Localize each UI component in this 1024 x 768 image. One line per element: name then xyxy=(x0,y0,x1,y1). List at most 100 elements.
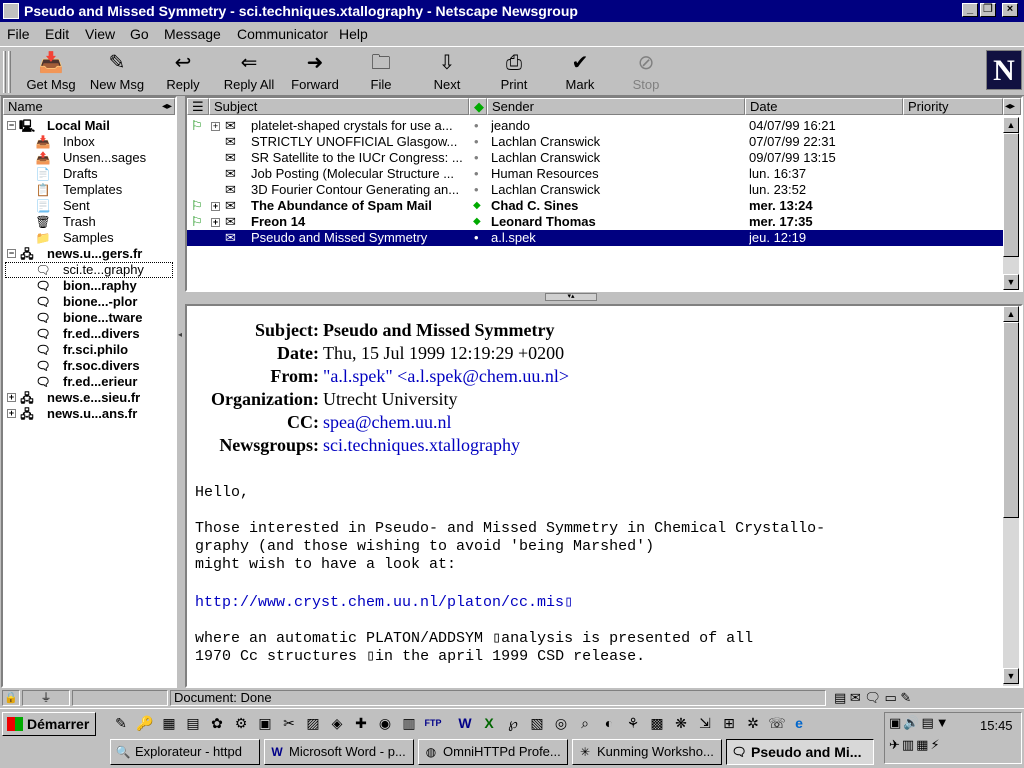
folder-news-server-3[interactable]: + 🖧 news.u...ans.fr xyxy=(3,406,175,422)
print-button[interactable]: ⎙ Print xyxy=(494,49,534,95)
quicklaunch-icon[interactable]: ▧ xyxy=(528,714,546,732)
menu-view[interactable]: View xyxy=(85,26,115,42)
quicklaunch-icon[interactable]: ☏ xyxy=(768,714,786,732)
minimize-button[interactable]: _ xyxy=(962,3,978,17)
menu-edit[interactable]: Edit xyxy=(45,26,69,42)
quicklaunch-icon[interactable]: ◈ xyxy=(328,714,346,732)
quicklaunch-icon[interactable]: ✂ xyxy=(280,714,298,732)
get-msg-button[interactable]: 📥 Get Msg xyxy=(22,49,80,95)
pane-splitter-grip[interactable]: ◂ xyxy=(178,330,183,342)
internet-explorer-icon[interactable]: e xyxy=(790,714,808,732)
folder-unsent[interactable]: 📤 Unsen...sages xyxy=(3,150,175,166)
expand-thread-icon[interactable]: + xyxy=(211,202,220,211)
pane-splitter-handle[interactable]: ▾▴ xyxy=(545,293,597,301)
security-lock-icon[interactable]: 🔒 xyxy=(2,690,20,706)
message-row[interactable]: ✉ SR Satellite to the IUCr Congress: ...… xyxy=(187,150,1003,166)
folder-trash[interactable]: 🗑 Trash xyxy=(3,214,175,230)
quicklaunch-icon[interactable]: ▣ xyxy=(256,714,274,732)
quicklaunch-icon[interactable]: ▤ xyxy=(184,714,202,732)
component-bar-icons[interactable]: ▤ ✉ 🗨 ▭ ✎ xyxy=(834,690,911,706)
toolbar-grip[interactable] xyxy=(3,51,6,93)
message-row[interactable]: ✉ Job Posting (Molecular Structure ... •… xyxy=(187,166,1003,182)
scroll-thumb[interactable] xyxy=(1003,322,1019,518)
task-word[interactable]: W Microsoft Word - p... xyxy=(264,739,414,765)
folder-local-mail[interactable]: − 🖳 Local Mail xyxy=(3,118,175,134)
column-date[interactable]: Date xyxy=(745,98,903,115)
new-msg-button[interactable]: ✎ New Msg xyxy=(86,49,148,95)
scroll-up-arrow-icon[interactable]: ▲ xyxy=(1003,306,1019,322)
message-row-selected[interactable]: ✉ Pseudo and Missed Symmetry • a.l.spek … xyxy=(187,230,1003,246)
quicklaunch-icon[interactable]: ◐ xyxy=(600,714,618,732)
message-list-scrollbar[interactable]: ▲ ▼ xyxy=(1003,117,1019,290)
quicklaunch-icon[interactable]: ✎ xyxy=(112,714,130,732)
quicklaunch-icon[interactable]: ◉ xyxy=(376,714,394,732)
folder-news-server-1[interactable]: − 🖧 news.u...gers.fr xyxy=(3,246,175,262)
tray-icons-row-2[interactable]: ✈▥▦⚡ xyxy=(889,737,942,753)
unread-diamond-icon[interactable]: ◆ xyxy=(473,198,481,214)
message-row[interactable]: ⚐ + ✉ Freon 14 ◆ Leonard Thomas mer. 17:… xyxy=(187,214,1003,230)
expand-icon[interactable]: + xyxy=(7,409,16,418)
newsgroup-bione-plor[interactable]: 🗨 bione...-plor xyxy=(3,294,175,310)
quicklaunch-icon[interactable]: ✲ xyxy=(744,714,762,732)
folder-sent[interactable]: 📃 Sent xyxy=(3,198,175,214)
body-url-link[interactable]: http://www.cryst.chem.uu.nl/platon/cc.mi… xyxy=(195,592,573,611)
scroll-up-arrow-icon[interactable]: ▲ xyxy=(1003,117,1019,133)
start-button[interactable]: Démarrer xyxy=(2,712,96,736)
word-icon[interactable]: W xyxy=(456,714,474,732)
quicklaunch-icon[interactable]: ⚘ xyxy=(624,714,642,732)
scroll-thumb[interactable] xyxy=(1003,133,1019,257)
app-icon[interactable] xyxy=(3,3,19,19)
column-scroll-arrows[interactable]: ◂▸ xyxy=(1003,98,1021,115)
expand-thread-icon[interactable]: + xyxy=(211,122,220,131)
quicklaunch-icon[interactable]: ▨ xyxy=(304,714,322,732)
scroll-down-arrow-icon[interactable]: ▼ xyxy=(1003,668,1019,684)
header-cc-link[interactable]: spea@chem.uu.nl xyxy=(323,412,452,433)
netscape-logo[interactable]: N xyxy=(986,50,1022,90)
collapse-icon[interactable]: − xyxy=(7,249,16,258)
quicklaunch-icon[interactable]: ◎ xyxy=(552,714,570,732)
task-explorer[interactable]: 🔍 Explorateur - httpd xyxy=(110,739,260,765)
tray-icons[interactable]: ▣🔊▤▼ xyxy=(889,715,951,731)
menu-message[interactable]: Message xyxy=(164,26,221,42)
forward-button[interactable]: ➜ Forward xyxy=(286,49,344,95)
header-newsgroups-link[interactable]: sci.techniques.xtallography xyxy=(323,435,520,456)
folder-samples[interactable]: 📁 Samples xyxy=(3,230,175,246)
unread-diamond-icon[interactable]: ◆ xyxy=(473,214,481,230)
maximize-button[interactable]: ❐ xyxy=(980,3,996,17)
message-row[interactable]: ✉ STRICTLY UNOFFICIAL Glasgow... • Lachl… xyxy=(187,134,1003,150)
task-kunming[interactable]: ✳ Kunming Worksho... xyxy=(572,739,722,765)
collapse-icon[interactable]: − xyxy=(7,121,16,130)
unread-column-header[interactable]: ◆ xyxy=(469,98,487,115)
close-button[interactable]: × xyxy=(1002,3,1018,17)
newsgroup-fr-ed-erieur[interactable]: 🗨 fr.ed...erieur xyxy=(3,374,175,390)
read-dot-icon[interactable]: • xyxy=(474,230,479,246)
message-view-scrollbar[interactable]: ▲ ▼ xyxy=(1003,306,1019,686)
ftp-icon[interactable]: FTP xyxy=(424,714,442,732)
scroll-down-arrow-icon[interactable]: ▼ xyxy=(1003,274,1019,290)
folder-drafts[interactable]: 📄 Drafts xyxy=(3,166,175,182)
menu-communicator[interactable]: Communicator xyxy=(237,26,328,42)
read-dot-icon[interactable]: • xyxy=(474,182,479,198)
menu-file[interactable]: File xyxy=(7,26,30,42)
menu-go[interactable]: Go xyxy=(130,26,149,42)
file-button[interactable]: 🗀 File xyxy=(360,49,402,95)
expand-icon[interactable]: + xyxy=(7,393,16,402)
message-row[interactable]: ⚐ + ✉ platelet-shaped crystals for use a… xyxy=(187,118,1003,134)
quicklaunch-icon[interactable]: ✚ xyxy=(352,714,370,732)
clock[interactable]: 15:45 xyxy=(980,718,1013,733)
next-button[interactable]: ⇩ Next xyxy=(426,49,468,95)
quicklaunch-icon[interactable]: 🔑 xyxy=(136,714,154,732)
folder-inbox[interactable]: 📥 Inbox xyxy=(3,134,175,150)
newsgroup-bione-tware[interactable]: 🗨 bione...tware xyxy=(3,310,175,326)
read-dot-icon[interactable]: • xyxy=(474,166,479,182)
quicklaunch-icon[interactable]: ℘ xyxy=(504,714,522,732)
read-dot-icon[interactable]: • xyxy=(474,150,479,166)
message-row[interactable]: ⚐ + ✉ The Abundance of Spam Mail ◆ Chad … xyxy=(187,198,1003,214)
read-dot-icon[interactable]: • xyxy=(474,118,479,134)
excel-icon[interactable]: X xyxy=(480,714,498,732)
menu-help[interactable]: Help xyxy=(339,26,368,42)
quicklaunch-icon[interactable]: ▥ xyxy=(400,714,418,732)
task-omnihttpd[interactable]: ◍ OmniHTTPd Profe... xyxy=(418,739,568,765)
quicklaunch-icon[interactable]: ⇲ xyxy=(696,714,714,732)
quicklaunch-icon[interactable]: ❋ xyxy=(672,714,690,732)
